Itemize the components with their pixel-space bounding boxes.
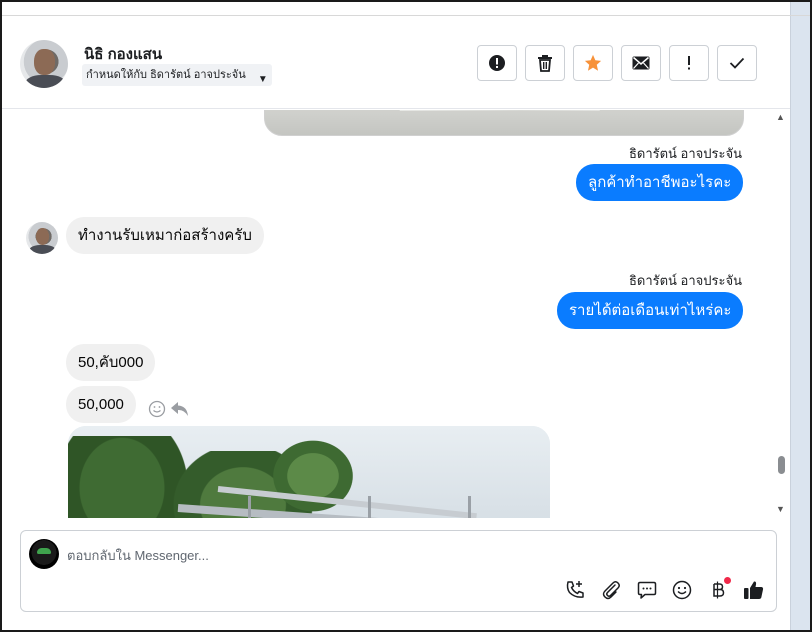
envelope-icon [632,56,650,70]
message-thread[interactable]: ธิดารัตน์ อาจประจัน ลูกค้าทำอาชีพอะไรคะ … [2,110,772,518]
reply-icon[interactable] [170,400,190,418]
phone-plus-icon [566,581,584,598]
thumbs-up-icon [744,581,764,599]
emoji-react-icon[interactable] [148,400,166,418]
message-actions [148,400,190,418]
done-button[interactable] [717,45,757,81]
paperclip-icon [602,581,620,600]
contact-avatar-small [26,222,58,254]
alert-circle-icon [489,55,505,71]
attach-button[interactable] [598,577,624,603]
scrollbar-thumb[interactable] [778,456,785,474]
reply-composer [20,530,777,612]
sender-label: ธิดารัตน์ อาจประจัน [628,273,742,288]
smiley-icon [672,580,692,600]
emoji-button[interactable] [669,577,695,603]
saved-replies-button[interactable] [634,577,660,603]
contact-name[interactable]: นิธิ กองแสน [84,42,162,66]
notification-dot [724,577,731,584]
star-icon [584,54,602,71]
scroll-up-arrow-icon[interactable]: ▲ [776,112,785,122]
outgoing-message[interactable]: ลูกค้าทำอาชีพอะไรคะ [576,164,744,201]
checkmark-icon [729,57,745,69]
like-button[interactable] [741,577,767,603]
star-button[interactable] [573,45,613,81]
incoming-message[interactable]: 50,คับ000 [66,344,156,381]
assign-dropdown[interactable]: กำหนดให้กับ ธิดารัตน์ อาจประจัน ▼ [82,64,272,86]
spam-button[interactable] [477,45,517,81]
mark-unread-button[interactable] [621,45,661,81]
baht-icon [713,581,725,599]
incoming-message[interactable]: ทำงานรับเหมาก่อสร้างครับ [66,217,264,254]
caret-down-icon: ▼ [257,74,268,85]
call-button[interactable] [562,577,588,603]
page-avatar [29,539,59,569]
reply-input[interactable] [67,543,747,567]
image-attachment[interactable] [264,110,744,136]
important-button[interactable] [669,45,709,81]
assign-label: กำหนดให้กับ ธิดารัตน์ อาจประจัน [86,69,246,81]
image-attachment[interactable] [68,426,550,518]
conversation-header: นิธิ กองแสน กำหนดให้กับ ธิดารัตน์ อาจประ… [2,16,790,109]
outgoing-message[interactable]: รายได้ต่อเดือนเท่าไหร่คะ [557,292,744,329]
sender-label: ธิดารัตน์ อาจประจัน [628,146,742,161]
chat-bubble-icon [637,581,657,599]
delete-button[interactable] [525,45,565,81]
incoming-message[interactable]: 50,000 [66,386,136,423]
payment-button[interactable] [705,577,731,603]
scroll-down-arrow-icon[interactable]: ▼ [776,504,785,514]
window-edge [790,2,810,630]
contact-avatar[interactable] [20,40,68,88]
trash-icon [538,55,552,72]
exclamation-icon [688,56,690,70]
